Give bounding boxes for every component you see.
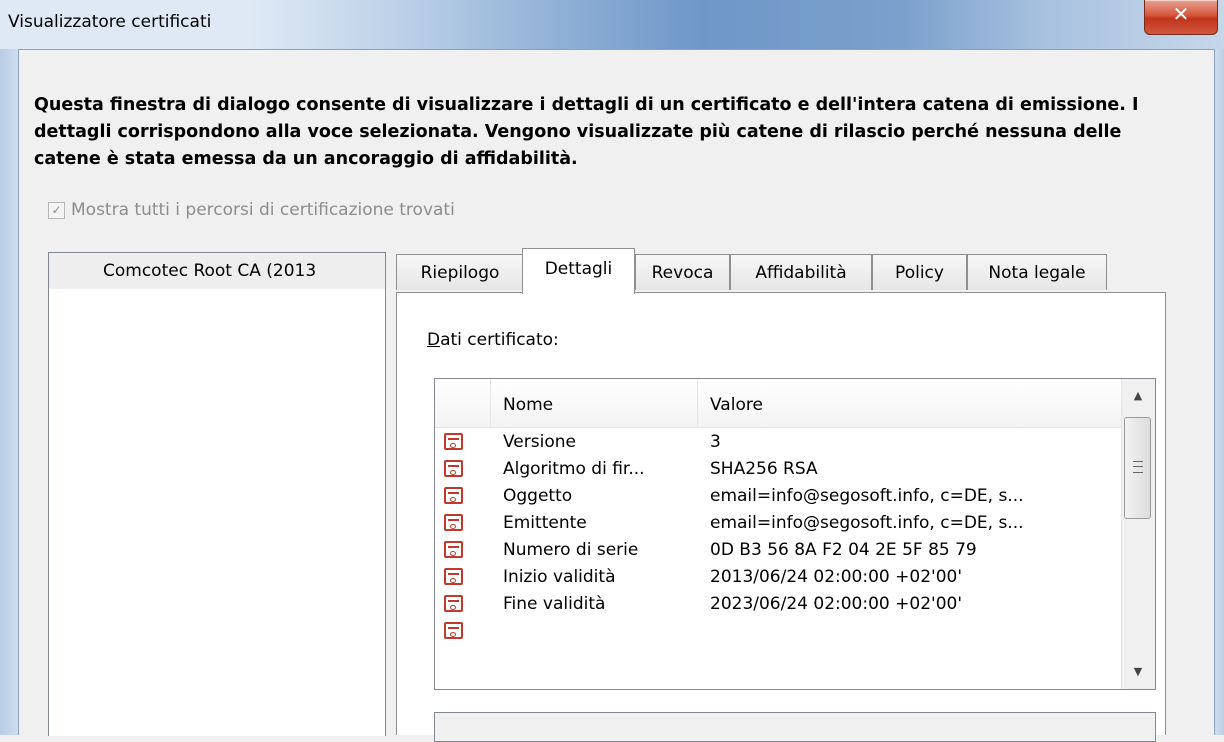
name-column-header[interactable]: Nome [491,379,698,427]
icon-column-header[interactable] [435,379,491,427]
tab-affidabilita[interactable]: Affidabilità [730,254,872,290]
field-name: Emittente [503,513,587,533]
window-frame-left [0,49,19,735]
list-item[interactable]: Versione 3 [435,429,1121,456]
field-name: Inizio validità [503,567,616,587]
field-name: Fine validità [503,594,606,614]
certificate-field-icon [444,460,463,477]
tab-nota-legale[interactable]: Nota legale [967,254,1107,290]
certificate-field-icon [444,622,463,639]
intro-text: Questa finestra di dialogo consente di v… [34,95,1139,169]
field-detail-box[interactable] [434,712,1156,742]
field-name: Oggetto [503,486,573,506]
field-value: 2013/06/24 02:00:00 +02'00' [710,567,962,587]
field-name: Numero di serie [503,540,639,560]
title-bar: Visualizzatore certificati ✕ [0,0,1224,50]
field-value: email=info@segosoft.info, c=DE, s... [710,513,1024,533]
certificate-field-icon [444,487,463,504]
certificate-data-label-text: ati certificato: [440,330,559,350]
certificate-data-label-accel: D [427,330,441,350]
field-value: SHA256 RSA [710,459,818,479]
tab-revoca[interactable]: Revoca [635,254,730,290]
field-value: 0D B3 56 8A F2 04 2E 5F 85 79 [710,540,977,560]
tab-riepilogo[interactable]: Riepilogo [396,254,524,290]
list-item[interactable]: Fine validità 2023/06/24 02:00:00 +02'00… [435,591,1121,618]
tab-dettagli[interactable]: Dettagli [522,248,635,294]
tree-item-comcotec-root-ca[interactable]: Comcotec Root CA (2013 [49,253,385,289]
certificate-field-icon [444,433,463,450]
certificate-field-icon [444,541,463,558]
show-all-paths-label: Mostra tutti i percorsi di certificazion… [71,200,455,220]
field-value: 3 [710,432,721,452]
list-item-partial[interactable] [435,618,1121,643]
close-icon: ✕ [1172,2,1190,26]
close-button[interactable]: ✕ [1144,0,1218,35]
value-column-header[interactable]: Valore [698,379,1121,427]
scroll-up-icon[interactable]: ▲ [1124,381,1152,411]
certificate-field-icon [444,514,463,531]
window-title: Visualizzatore certificati [8,12,212,32]
scroll-down-icon[interactable]: ▼ [1124,657,1152,687]
list-scrollbar[interactable]: ▲ ▼ [1121,379,1155,689]
certificate-field-icon [444,595,463,612]
list-header: Nome Valore [435,379,1121,428]
certificate-data-label: Dati certificato: [427,330,559,350]
certificate-field-icon [444,568,463,585]
list-item[interactable]: Algoritmo di fir... SHA256 RSA [435,456,1121,483]
field-value: 2023/06/24 02:00:00 +02'00' [710,594,962,614]
field-name: Algoritmo di fir... [503,459,645,479]
field-name: Versione [503,432,576,452]
show-all-paths-option[interactable]: ✓ Mostra tutti i percorsi di certificazi… [48,200,455,220]
list-item[interactable]: Inizio validità 2013/06/24 02:00:00 +02'… [435,564,1121,591]
window-frame-right [1214,49,1224,735]
field-value: email=info@segosoft.info, c=DE, s... [710,486,1024,506]
list-item[interactable]: Oggetto email=info@segosoft.info, c=DE, … [435,483,1121,510]
grip-icon [1133,461,1143,473]
list-item[interactable]: Numero di serie 0D B3 56 8A F2 04 2E 5F … [435,537,1121,564]
certificate-fields-list[interactable]: Nome Valore Versione 3 Algoritmo di fir.… [434,378,1156,690]
certificate-chain-tree[interactable]: Comcotec Root CA (2013 [48,252,386,736]
show-all-paths-checkbox[interactable]: ✓ [48,201,65,219]
tab-policy[interactable]: Policy [872,254,967,290]
list-item[interactable]: Emittente email=info@segosoft.info, c=DE… [435,510,1121,537]
scroll-thumb[interactable] [1124,417,1151,519]
